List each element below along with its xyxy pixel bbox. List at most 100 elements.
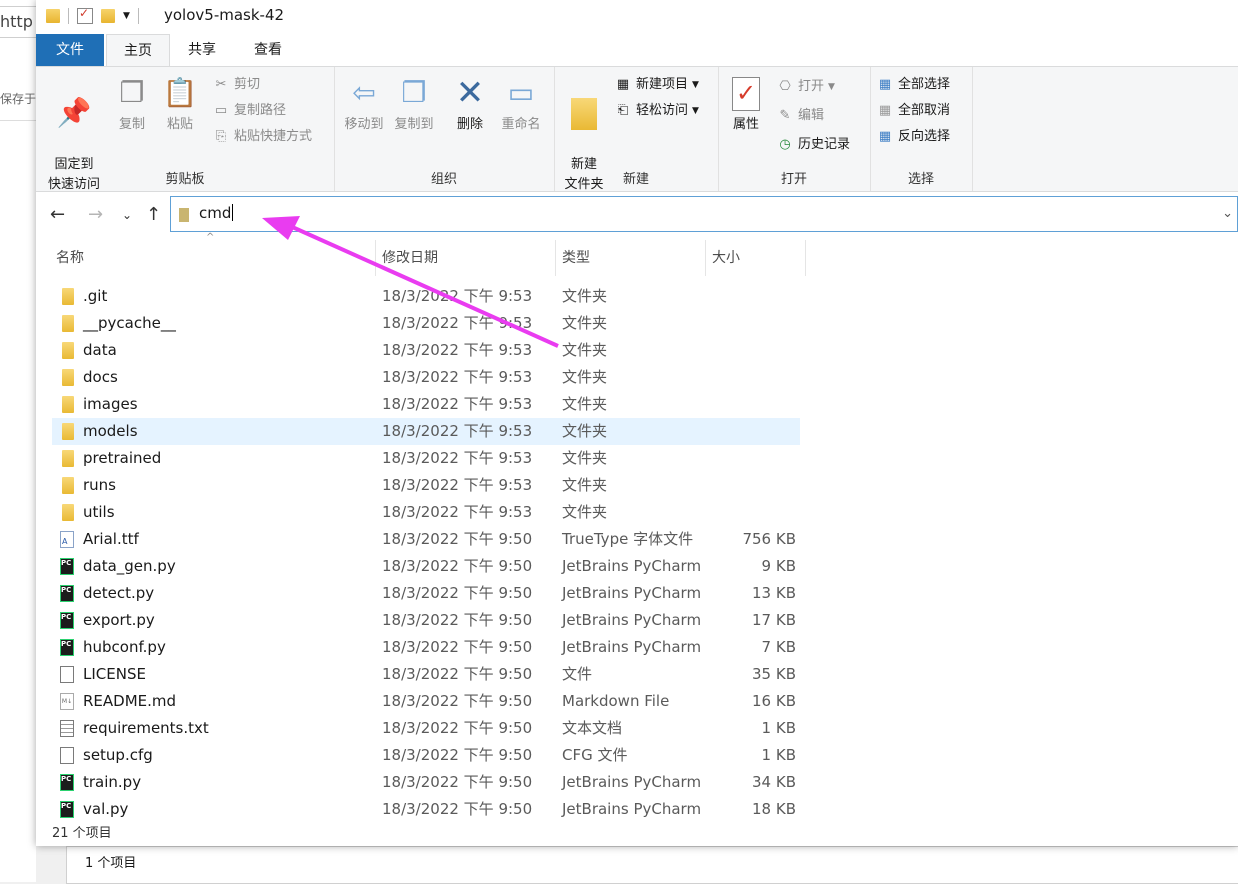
file-row[interactable]: PC data_gen.py 18/3/2022 下午 9:50 JetBrains …: [52, 553, 800, 580]
file-name: runs: [83, 476, 116, 494]
new-group-label: 新建: [622, 172, 649, 187]
background-url-bar: http: [0, 6, 37, 38]
file-explorer-window: ▼ yolov5-mask-42 文件 主页 共享 查看 📌 固定到 快速访问 …: [36, 0, 1238, 846]
file-type: JetBrains PyCharm: [562, 638, 702, 656]
move-to-button[interactable]: ⇦ 移动到: [340, 73, 388, 135]
file-date: 18/3/2022 下午 9:50: [382, 773, 533, 791]
new-group: 新建 文件夹 ▦ 新建项目 ▼ ⎗ 轻松访问 ▼ 新建: [554, 67, 719, 192]
file-row[interactable]: PC detect.py 18/3/2022 下午 9:50 JetBrains Py…: [52, 580, 800, 607]
move-to-icon: ⇦: [352, 76, 376, 109]
delete-button[interactable]: ✕ 删除: [448, 73, 492, 135]
rename-button[interactable]: ▭ 重命名: [494, 73, 548, 135]
file-row[interactable]: pretrained 18/3/2022 下午 9:53 文件夹: [52, 445, 800, 472]
file-row[interactable]: .git 18/3/2022 下午 9:53 文件夹: [52, 283, 800, 310]
copy-to-label: 复制到: [394, 117, 434, 132]
file-name: val.py: [83, 800, 129, 818]
column-header-size[interactable]: 大小: [706, 240, 806, 276]
open-group-label: 打开: [780, 172, 807, 187]
folder-icon: [62, 342, 74, 359]
recent-locations-chevron-icon[interactable]: ⌄: [122, 208, 132, 222]
file-name: docs: [83, 368, 118, 386]
address-input[interactable]: cmd: [199, 204, 234, 222]
customize-toolbar-chevron-icon[interactable]: ▼: [123, 11, 130, 21]
open-label: 打开: [798, 79, 825, 94]
file-row[interactable]: A Arial.ttf 18/3/2022 下午 9:50 TrueType 字体文件…: [52, 526, 800, 553]
file-name: data_gen.py: [83, 557, 176, 575]
file-row[interactable]: PC train.py 18/3/2022 下午 9:50 JetBrains PyC…: [52, 769, 800, 796]
easy-access-button[interactable]: ⎗ 轻松访问 ▼: [614, 99, 699, 123]
clipboard-group: 📌 固定到 快速访问 ❐ 复制 📋 粘贴 ✂ 剪切 ▭ 复制路径 ⎘ 粘贴快捷方: [36, 67, 335, 192]
file-name: export.py: [83, 611, 155, 629]
column-header-date[interactable]: 修改日期: [376, 240, 556, 276]
up-arrow-icon[interactable]: ↑: [146, 204, 161, 225]
properties-button[interactable]: ✓ 属性: [724, 73, 768, 135]
file-row[interactable]: images 18/3/2022 下午 9:53 文件夹: [52, 391, 800, 418]
column-header-name[interactable]: 名称: [50, 240, 376, 276]
file-type: 文件夹: [562, 341, 608, 359]
select-all-button[interactable]: ▦ 全部选择: [876, 73, 950, 97]
file-name: images: [83, 395, 138, 413]
copy-button[interactable]: ❐ 复制: [110, 73, 154, 135]
pin-icon: 📌: [56, 96, 92, 129]
file-size: 13 KB: [752, 584, 796, 602]
new-item-label: 新建项目: [636, 77, 689, 92]
cut-button[interactable]: ✂ 剪切: [212, 73, 260, 97]
file-type: JetBrains PyCharm: [562, 557, 702, 575]
file-type: 文件夹: [562, 503, 608, 521]
file-row[interactable]: PC val.py 18/3/2022 下午 9:50 JetBrains PyCha…: [52, 796, 800, 823]
copy-to-button[interactable]: ❐ 复制到: [390, 73, 438, 135]
file-size: 35 KB: [752, 665, 796, 683]
back-arrow-icon[interactable]: ←: [50, 204, 65, 225]
toolbar-separator: [68, 8, 69, 24]
file-row[interactable]: PC export.py 18/3/2022 下午 9:50 JetBrains Py…: [52, 607, 800, 634]
file-row[interactable]: requirements.txt 18/3/2022 下午 9:50 文本文档 1 K…: [52, 715, 800, 742]
file-date: 18/3/2022 下午 9:53: [382, 476, 533, 494]
tab-view[interactable]: 查看: [240, 34, 296, 66]
file-size: 1 KB: [761, 719, 796, 737]
file-date: 18/3/2022 下午 9:50: [382, 530, 533, 548]
file-row[interactable]: setup.cfg 18/3/2022 下午 9:50 CFG 文件 1 KB: [52, 742, 800, 769]
file-row[interactable]: runs 18/3/2022 下午 9:53 文件夹: [52, 472, 800, 499]
markdown-file-icon: M↓: [60, 693, 74, 710]
new-item-button[interactable]: ▦ 新建项目 ▼: [614, 73, 699, 97]
new-folder-icon[interactable]: [101, 9, 115, 23]
file-row[interactable]: utils 18/3/2022 下午 9:53 文件夹: [52, 499, 800, 526]
invert-selection-button[interactable]: ▦ 反向选择: [876, 125, 950, 149]
window-title: yolov5-mask-42: [164, 6, 285, 24]
file-date: 18/3/2022 下午 9:53: [382, 287, 533, 305]
tab-file[interactable]: 文件: [36, 34, 104, 66]
file-size: 17 KB: [752, 611, 796, 629]
folder-icon: [62, 450, 74, 467]
file-type: JetBrains PyCharm: [562, 773, 702, 791]
open-button[interactable]: ⎔ 打开 ▼: [776, 75, 835, 99]
ribbon: 📌 固定到 快速访问 ❐ 复制 📋 粘贴 ✂ 剪切 ▭ 复制路径 ⎘ 粘贴快捷方: [36, 66, 1238, 192]
folder-icon: [62, 504, 74, 521]
copy-path-button[interactable]: ▭ 复制路径: [212, 99, 286, 123]
file-row[interactable]: docs 18/3/2022 下午 9:53 文件夹: [52, 364, 800, 391]
select-all-icon: ▦: [878, 77, 892, 92]
edit-button[interactable]: ✎ 编辑: [776, 104, 824, 128]
history-button[interactable]: ◷ 历史记录: [776, 133, 850, 157]
properties-check-icon[interactable]: [77, 6, 93, 24]
file-date: 18/3/2022 下午 9:53: [382, 368, 533, 386]
address-bar[interactable]: cmd ⌄: [170, 196, 1238, 232]
paste-shortcut-button[interactable]: ⎘ 粘贴快捷方式: [212, 125, 312, 149]
navigation-bar: ← → ⌄ ↑ cmd ⌄: [36, 192, 1238, 238]
file-row[interactable]: LICENSE 18/3/2022 下午 9:50 文件 35 KB: [52, 661, 800, 688]
file-type: 文件夹: [562, 287, 608, 305]
select-none-button[interactable]: ▦ 全部取消: [876, 99, 950, 123]
tab-home[interactable]: 主页: [106, 34, 170, 67]
file-row[interactable]: data 18/3/2022 下午 9:53 文件夹: [52, 337, 800, 364]
tab-share[interactable]: 共享: [176, 34, 228, 66]
paste-button[interactable]: 📋 粘贴: [158, 73, 202, 135]
file-row[interactable]: PC hubconf.py 18/3/2022 下午 9:50 JetBrains P…: [52, 634, 800, 661]
folder-icon: [62, 423, 74, 440]
forward-arrow-icon[interactable]: →: [88, 204, 103, 225]
folder-icon: [62, 369, 74, 386]
text-caret: [232, 204, 234, 221]
file-row[interactable]: M↓ README.md 18/3/2022 下午 9:50 Markdown Fil…: [52, 688, 800, 715]
column-header-type[interactable]: 类型: [556, 240, 706, 276]
file-row[interactable]: __pycache__ 18/3/2022 下午 9:53 文件夹: [52, 310, 800, 337]
address-dropdown-chevron-icon[interactable]: ⌄: [1222, 206, 1233, 221]
file-row[interactable]: models 18/3/2022 下午 9:53 文件夹: [52, 418, 800, 445]
